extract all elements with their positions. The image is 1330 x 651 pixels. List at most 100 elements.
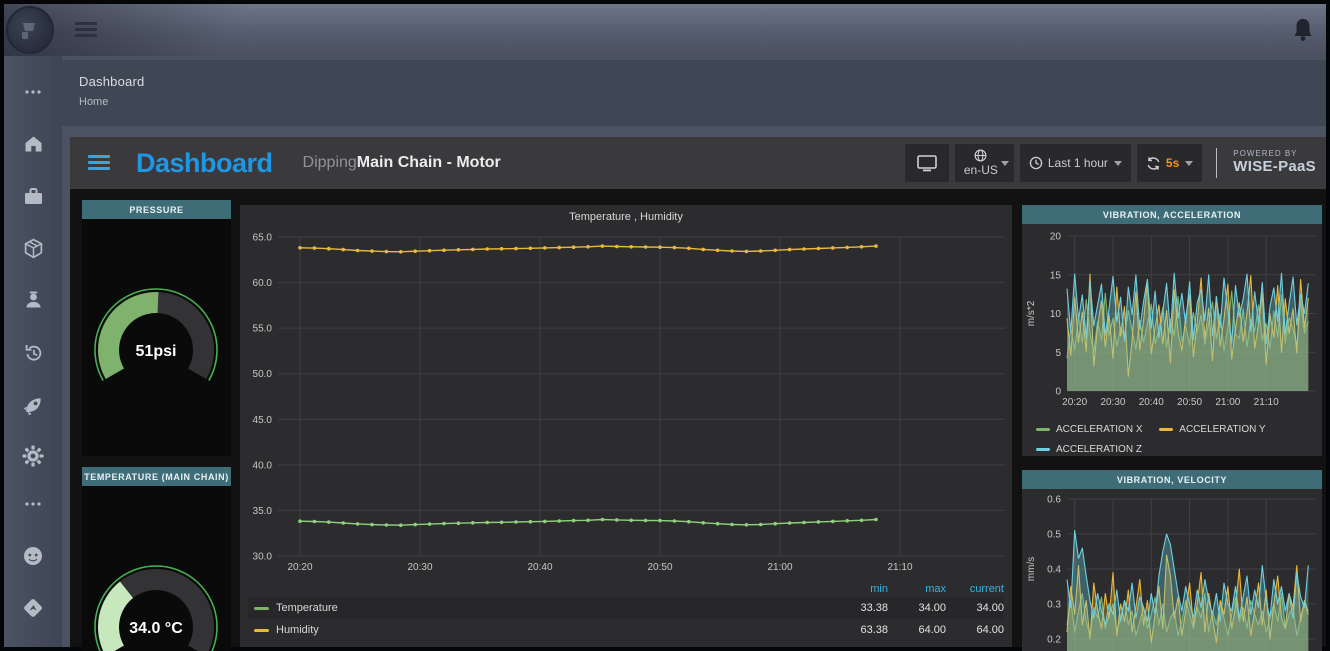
refresh-icon — [1146, 156, 1161, 171]
sidebar-item-home[interactable] — [4, 132, 62, 156]
svg-text:65.0: 65.0 — [253, 233, 273, 244]
bell-icon[interactable] — [1292, 17, 1314, 43]
sidebar-item-workspace[interactable] — [4, 184, 62, 208]
chevron-down-icon — [1185, 161, 1193, 166]
chevron-down-icon — [1001, 161, 1009, 166]
chevron-down-icon — [1114, 161, 1122, 166]
panel-temperature-title[interactable]: TEMPERATURE (MAIN CHAIN) — [82, 467, 231, 486]
svg-text:20:20: 20:20 — [1062, 397, 1087, 408]
panel-pressure-title[interactable]: PRESSURE — [82, 200, 231, 219]
svg-text:m/s*2: m/s*2 — [1026, 300, 1037, 326]
advantech-logo[interactable] — [6, 6, 54, 54]
svg-text:21:10: 21:10 — [1254, 397, 1279, 408]
dashboard-title: DippingMain Chain - Motor — [303, 154, 905, 172]
svg-text:20:30: 20:30 — [407, 562, 432, 573]
col-current[interactable]: current — [946, 583, 1004, 595]
sidebar-item-more-bottom[interactable] — [4, 492, 62, 516]
sidebar-item-navigation[interactable] — [4, 596, 62, 620]
gear-icon — [22, 445, 44, 467]
refresh-interval-value: 5s — [1166, 156, 1179, 170]
dashboard-embed: Dashboard DippingMain Chain - Motor — [70, 137, 1326, 647]
svg-text:20:40: 20:40 — [527, 562, 552, 573]
accel-z-swatch — [1036, 448, 1050, 451]
pressure-gauge: 51psi — [82, 230, 231, 456]
temp-humidity-chart: 30.035.040.045.050.055.060.065.020:2020:… — [240, 225, 1012, 581]
dashboard-logo[interactable]: Dashboard — [136, 148, 273, 179]
sidebar-item-history[interactable] — [4, 340, 62, 364]
chart-title[interactable]: Temperature , Humidity — [240, 211, 1012, 223]
powered-by-brand: POWERED BY WISE-PaaS — [1233, 150, 1316, 175]
svg-text:34.0 °C: 34.0 °C — [129, 620, 183, 637]
svg-text:20:50: 20:50 — [647, 562, 672, 573]
accel-y-swatch — [1159, 428, 1173, 431]
refresh-control[interactable]: 5s — [1137, 144, 1202, 182]
briefcase-icon — [23, 187, 44, 206]
sidebar-item-settings[interactable] — [4, 444, 62, 468]
sidebar-item-packages[interactable] — [4, 236, 62, 260]
panel-acceleration-title[interactable]: VIBRATION, ACCELERATION — [1022, 205, 1322, 224]
svg-text:0.4: 0.4 — [1047, 565, 1061, 576]
tv-mode-button[interactable] — [905, 144, 949, 182]
svg-text:0.3: 0.3 — [1047, 600, 1061, 611]
svg-text:0.2: 0.2 — [1047, 635, 1061, 646]
navigate-diamond-icon — [22, 597, 44, 619]
min-value: 63.38 — [830, 624, 888, 636]
divider — [1216, 148, 1217, 178]
dashboard-body: PRESSURE 51psi TEMPERATURE (MAIN CHAIN) … — [70, 189, 1326, 647]
sidebar — [4, 56, 62, 647]
screen-frame: Dashboard Home Dashboard DippingMain Cha… — [0, 0, 1330, 651]
history-icon — [23, 342, 44, 363]
sidebar-item-more-top[interactable] — [4, 80, 62, 104]
series-name[interactable]: Humidity — [276, 624, 830, 636]
svg-text:21:00: 21:00 — [767, 562, 792, 573]
panel-velocity-title[interactable]: VIBRATION, VELOCITY — [1022, 470, 1322, 489]
legend-acceleration-z[interactable]: ACCELERATION Z — [1036, 440, 1142, 459]
min-value: 33.38 — [830, 602, 888, 614]
dashboard-header: Dashboard DippingMain Chain - Motor — [70, 137, 1326, 189]
main-content: Dashboard Home Dashboard DippingMain Cha… — [62, 56, 1326, 647]
velocity-chart: 0.20.30.40.50.6mm/s — [1022, 490, 1322, 651]
legend-table-header: min max current — [248, 581, 1004, 597]
dashboard-title-prefix: Dipping — [303, 154, 357, 171]
svg-text:15: 15 — [1050, 270, 1062, 281]
dashboard-menu-icon[interactable] — [88, 155, 110, 171]
svg-text:40.0: 40.0 — [253, 460, 273, 471]
svg-text:30.0: 30.0 — [253, 552, 273, 563]
svg-text:21:00: 21:00 — [1215, 397, 1240, 408]
legend-acceleration-x[interactable]: ACCELERATION X — [1036, 420, 1143, 439]
col-max[interactable]: max — [888, 583, 946, 595]
panel-vibration-acceleration: VIBRATION, ACCELERATION 0510152020:2020:… — [1022, 205, 1322, 456]
acceleration-chart: 0510152020:2020:3020:4020:5021:0021:10m/… — [1022, 225, 1322, 417]
svg-text:0: 0 — [1055, 387, 1061, 398]
breadcrumb-home-link[interactable]: Home — [79, 96, 1326, 108]
more-options-icon — [24, 89, 42, 95]
col-min[interactable]: min — [830, 583, 888, 595]
series-legend-table: min max current Temperature 33.38 34.00 … — [248, 581, 1004, 641]
sidebar-item-user[interactable] — [4, 288, 62, 312]
support-face-icon — [22, 545, 44, 567]
acceleration-legend: ACCELERATION X ACCELERATION Y ACCELERATI… — [1036, 419, 1280, 459]
series-name[interactable]: Temperature — [276, 602, 830, 614]
portal-menu-icon[interactable] — [75, 22, 97, 38]
svg-text:45.0: 45.0 — [253, 415, 273, 426]
dashboard-title-main: Main Chain - Motor — [357, 154, 501, 171]
rocket-icon — [23, 394, 44, 415]
sidebar-item-support[interactable] — [4, 544, 62, 568]
svg-text:0.5: 0.5 — [1047, 530, 1061, 541]
temperature-gauge: 34.0 °C — [82, 497, 231, 651]
time-range-picker[interactable]: Last 1 hour — [1020, 144, 1131, 182]
monitor-icon — [917, 155, 937, 172]
legend-acceleration-y[interactable]: ACCELERATION Y — [1159, 420, 1265, 439]
svg-text:5: 5 — [1055, 348, 1061, 359]
max-value: 64.00 — [888, 624, 946, 636]
sidebar-item-deploy[interactable] — [4, 392, 62, 416]
svg-text:50.0: 50.0 — [253, 369, 273, 380]
language-selector[interactable]: en-US — [955, 144, 1014, 182]
svg-text:20:30: 20:30 — [1100, 397, 1125, 408]
package-icon — [23, 238, 44, 259]
svg-text:60.0: 60.0 — [253, 278, 273, 289]
dashboard-controls: en-US Last 1 hour — [905, 144, 1316, 182]
svg-text:20:50: 20:50 — [1177, 397, 1202, 408]
accel-x-swatch — [1036, 428, 1050, 431]
svg-text:10: 10 — [1050, 309, 1062, 320]
